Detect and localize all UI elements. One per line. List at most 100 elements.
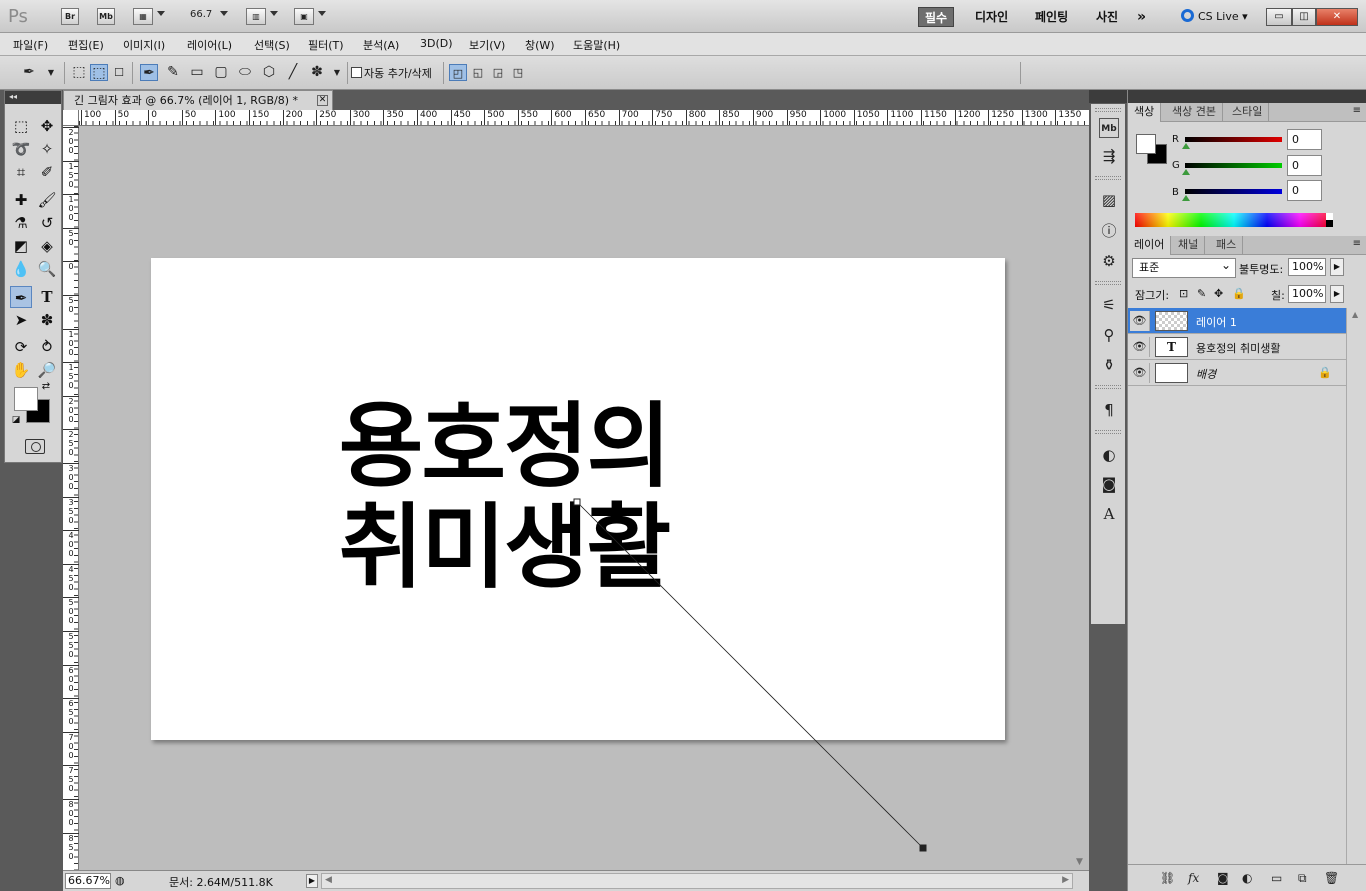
paragraph-panel-icon[interactable]: ¶ <box>1099 400 1119 420</box>
eraser-tool-icon[interactable]: ◩ <box>10 235 32 257</box>
zoom-level-display[interactable]: 66.7 <box>190 9 212 20</box>
brush-panel-icon[interactable]: ⚲ <box>1099 325 1119 345</box>
menu-3d[interactable]: 3D(D) <box>420 37 453 50</box>
dodge-tool-icon[interactable]: 🔍 <box>36 258 58 280</box>
vertical-ruler[interactable]: 2 0 0 1 5 0 1 0 0 5 0 0 5 0 1 0 0 1 5 0 2 0 0 2 5… <box>63 126 79 870</box>
opacity-input[interactable]: 100% <box>1288 258 1326 276</box>
status-menu-icon[interactable]: ▶ <box>306 874 318 888</box>
red-slider-thumb[interactable] <box>1182 143 1190 149</box>
view-extras-icon[interactable]: ▦ <box>133 8 153 25</box>
blend-mode-select[interactable]: 표준 <box>1132 256 1236 278</box>
crop-tool-icon[interactable]: ⌗ <box>10 161 32 183</box>
quick-mask-icon[interactable] <box>25 439 45 454</box>
tab-color[interactable]: 색상 <box>1128 103 1162 122</box>
menu-edit[interactable]: 편집(E) <box>68 37 104 53</box>
menu-view[interactable]: 보기(V) <box>469 37 505 53</box>
histogram-panel-icon[interactable]: ▨ <box>1099 190 1119 210</box>
minimize-button[interactable]: ▭ <box>1266 8 1292 26</box>
type-tool-icon[interactable]: T <box>36 286 58 308</box>
geometry-options-dropdown-icon[interactable]: ▼ <box>328 64 346 81</box>
tool-preset-pen-icon[interactable]: ✒ <box>20 64 38 81</box>
blur-tool-icon[interactable]: 💧 <box>10 258 32 280</box>
color-panel-menu-icon[interactable]: ≡ <box>1353 105 1361 116</box>
menu-select[interactable]: 선택(S) <box>254 37 290 53</box>
menu-layer[interactable]: 레이어(L) <box>187 37 232 53</box>
rectangle-shape-icon[interactable]: ▭ <box>188 64 206 81</box>
horizontal-ruler[interactable]: 100 50 0 50 100 150 200 250 300 350 400 450 500 550 60… <box>79 110 1089 126</box>
status-zoom-field[interactable]: 66.67% <box>65 873 111 889</box>
blue-slider[interactable] <box>1185 189 1282 194</box>
menu-filter[interactable]: 필터(T) <box>308 37 344 53</box>
visibility-eye-icon[interactable]: 👁 <box>1130 311 1150 331</box>
restore-button[interactable]: ◫ <box>1292 8 1316 26</box>
dock-collapse-bar[interactable] <box>1089 90 1127 103</box>
character-panel-icon[interactable]: A <box>1099 504 1119 524</box>
hand-tool-icon[interactable]: ✋ <box>10 359 32 381</box>
layer-row-layer-1[interactable]: 👁 레이어 1 <box>1128 308 1346 334</box>
mini-bridge-button[interactable]: Mb <box>97 8 115 25</box>
auto-add-delete-checkbox[interactable] <box>351 67 362 78</box>
adjustment-layer-icon[interactable]: ◐ <box>1242 871 1252 885</box>
color-panel-foreground-swatch[interactable] <box>1136 134 1156 154</box>
bridge-button[interactable]: Br <box>61 8 79 25</box>
path-intersect-icon[interactable]: ◲ <box>489 64 507 81</box>
scroll-left-icon[interactable]: ◀ <box>325 875 332 885</box>
document-tab[interactable]: 긴 그림자 효과 @ 66.7% (레이어 1, RGB/8) * ✕ <box>63 90 333 110</box>
scroll-right-icon[interactable]: ▶ <box>1062 875 1069 885</box>
green-value-input[interactable]: 0 <box>1287 155 1322 176</box>
screen-mode-icon[interactable]: ▣ <box>294 8 314 25</box>
add-mask-icon[interactable]: ◙ <box>1217 871 1229 885</box>
workspace-design-button[interactable]: 디자인 <box>969 7 1014 27</box>
foreground-color-swatch[interactable] <box>14 387 38 411</box>
tab-styles[interactable]: 스타일 <box>1226 103 1270 122</box>
new-group-icon[interactable]: ▭ <box>1271 871 1282 885</box>
polygon-shape-icon[interactable]: ⬡ <box>260 64 278 81</box>
workspace-photography-button[interactable]: 사진 <box>1090 7 1124 27</box>
tab-swatches[interactable]: 색상 견본 <box>1166 103 1223 122</box>
line-shape-icon[interactable]: ╱ <box>284 64 302 81</box>
clone-source-panel-icon[interactable]: ⚱ <box>1099 355 1119 375</box>
tab-layers[interactable]: 레이어 <box>1128 236 1172 255</box>
delete-layer-icon[interactable]: 🗑 <box>1324 871 1339 885</box>
custom-shape-icon[interactable]: ✽ <box>308 64 326 81</box>
menu-file[interactable]: 파일(F) <box>13 37 48 53</box>
path-exclude-icon[interactable]: ◳ <box>509 64 527 81</box>
menu-analysis[interactable]: 분석(A) <box>363 37 399 53</box>
shape-layers-icon[interactable]: ⬚ <box>70 64 88 81</box>
path-add-icon[interactable]: ◰ <box>449 64 467 81</box>
lock-pixels-icon[interactable]: ✎ <box>1197 287 1206 300</box>
tab-channels[interactable]: 채널 <box>1172 236 1206 255</box>
eyedropper-tool-icon[interactable]: ✐ <box>36 161 58 183</box>
clone-stamp-tool-icon[interactable]: ⚗ <box>10 212 32 234</box>
new-layer-icon[interactable]: ⧉ <box>1298 871 1307 886</box>
adjustments-panel-icon[interactable]: ◐ <box>1099 445 1119 465</box>
green-slider-thumb[interactable] <box>1182 169 1190 175</box>
green-slider[interactable] <box>1185 163 1282 168</box>
move-tool-icon[interactable]: ✥ <box>36 115 58 137</box>
black-white-ramp[interactable] <box>1326 213 1333 227</box>
ruler-origin[interactable] <box>63 110 79 126</box>
visibility-eye-icon[interactable]: 👁 <box>1130 363 1150 383</box>
fill-slider-toggle-icon[interactable]: ▶ <box>1330 285 1344 303</box>
magic-wand-tool-icon[interactable]: ✧ <box>36 138 58 160</box>
default-colors-icon[interactable]: ◪ <box>9 413 23 427</box>
workspace-essentials-button[interactable]: 필수 <box>918 7 955 27</box>
info-panel-icon[interactable]: ⓘ <box>1099 221 1119 241</box>
status-info-icon[interactable]: ◍ <box>115 874 125 887</box>
more-workspaces-icon[interactable]: » <box>1131 7 1152 27</box>
tab-paths[interactable]: 패스 <box>1210 236 1244 255</box>
fill-input[interactable]: 100% <box>1288 285 1326 303</box>
layer-style-icon[interactable]: fx <box>1188 871 1199 885</box>
brush-tool-icon[interactable]: 🖌 <box>36 189 58 211</box>
3d-orbit-tool-icon[interactable]: ⥁ <box>36 336 58 358</box>
3d-rotate-tool-icon[interactable]: ⟳ <box>10 336 32 358</box>
paths-mode-icon[interactable]: ⬚ <box>90 64 108 81</box>
zoom-tool-icon[interactable]: 🔎 <box>36 359 58 381</box>
navigator-panel-icon[interactable]: ⚙ <box>1099 251 1119 271</box>
layers-scrollbar[interactable]: ▲ <box>1346 308 1366 864</box>
link-layers-icon[interactable]: ⛓ <box>1160 871 1175 885</box>
close-document-icon[interactable]: ✕ <box>317 95 328 106</box>
fill-pixels-icon[interactable]: ☐ <box>110 64 128 81</box>
view-extras-dropdown-icon[interactable] <box>157 11 165 16</box>
blue-value-input[interactable]: 0 <box>1287 180 1322 201</box>
